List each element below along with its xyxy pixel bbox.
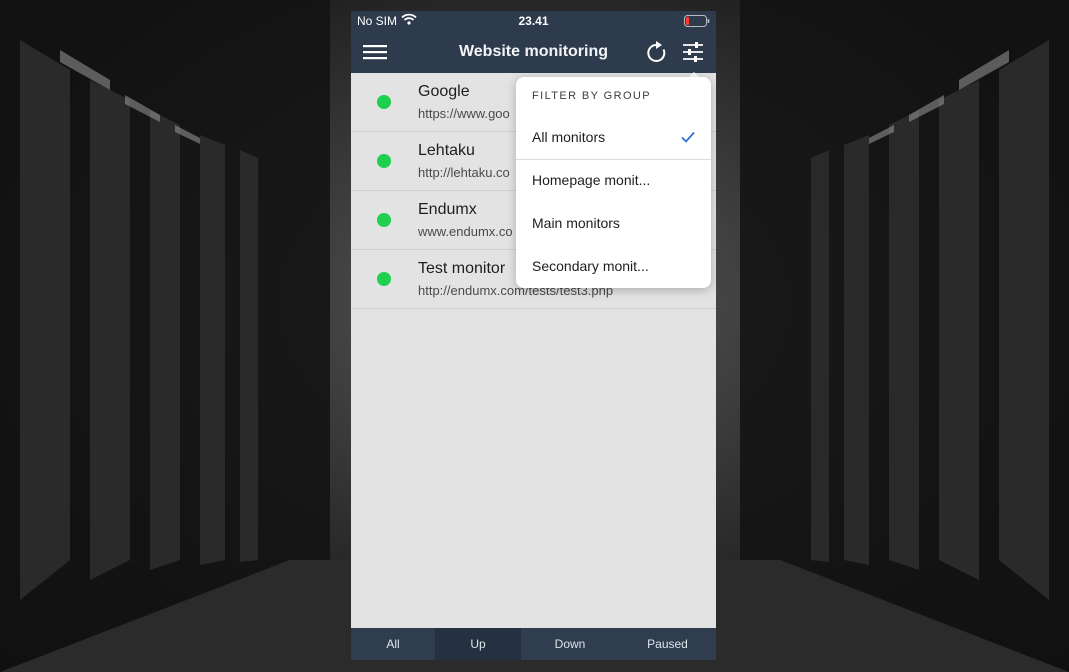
monitor-url: www.endumx.co [418, 224, 513, 239]
monitor-name: Lehtaku [418, 142, 475, 159]
filter-by-group-popover: FILTER BY GROUP All monitors Homepage mo… [516, 77, 711, 288]
filter-option-main-monitors[interactable]: Main monitors [516, 203, 711, 246]
status-up-icon [377, 272, 391, 286]
filter-menu-header: FILTER BY GROUP [532, 90, 652, 102]
tab-up[interactable]: Up [435, 628, 521, 660]
refresh-icon[interactable] [646, 40, 668, 64]
monitor-name: Google [418, 83, 470, 100]
status-up-icon [377, 95, 391, 109]
monitor-name: Test monitor [418, 260, 506, 277]
navigation-bar: Website monitoring [351, 31, 716, 73]
filter-option-secondary-monitors[interactable]: Secondary monit... [516, 246, 711, 288]
checkmark-icon [681, 130, 695, 148]
filter-option-label: Homepage monit... [532, 172, 651, 188]
sliders-filter-icon[interactable] [682, 41, 704, 63]
phone-screen: No SIM 23.41 Website monitoring Google h… [351, 11, 716, 660]
tab-down[interactable]: Down [521, 628, 619, 660]
filter-option-label: Main monitors [532, 215, 620, 231]
tab-all[interactable]: All [351, 628, 435, 660]
monitor-url: https://www.goo [418, 106, 510, 121]
clock-time: 23.41 [518, 14, 549, 28]
filter-option-label: All monitors [532, 129, 606, 145]
filter-option-label: Secondary monit... [532, 258, 649, 274]
battery-low-icon [684, 15, 710, 30]
status-up-icon [377, 154, 391, 168]
status-tab-bar: All Up Down Paused [351, 628, 716, 660]
monitor-url: http://lehtaku.co [418, 165, 510, 180]
monitor-name: Endumx [418, 201, 477, 218]
filter-option-homepage-monitors[interactable]: Homepage monit... [516, 160, 711, 203]
filter-option-all-monitors[interactable]: All monitors [516, 117, 711, 160]
status-up-icon [377, 213, 391, 227]
tab-paused[interactable]: Paused [619, 628, 716, 660]
status-bar: No SIM 23.41 [351, 11, 716, 31]
